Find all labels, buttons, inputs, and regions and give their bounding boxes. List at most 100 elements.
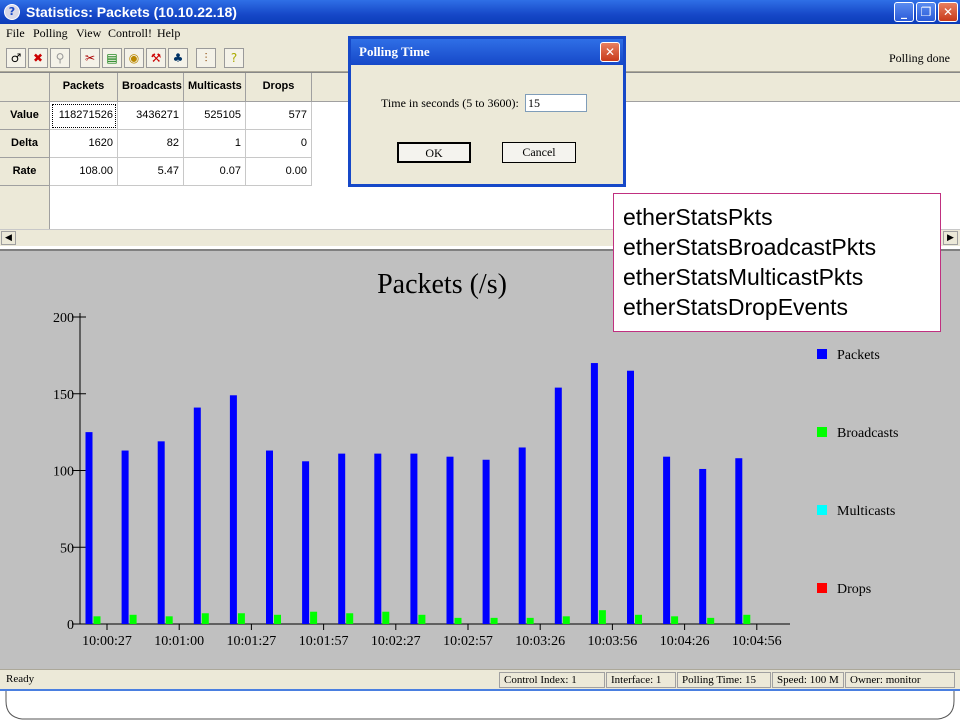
bar-broadcasts <box>382 611 390 624</box>
scroll-right-icon[interactable]: ▶ <box>943 231 958 245</box>
row-header-empty <box>0 186 50 230</box>
bar-packets <box>157 441 165 624</box>
col-header-broadcasts[interactable]: Broadcasts <box>118 73 184 102</box>
bar-broadcasts <box>490 617 498 624</box>
bar-broadcasts <box>165 616 173 624</box>
status-speed: Speed: 100 M <box>772 672 844 688</box>
legend-swatch-multicasts <box>817 505 827 515</box>
grid-cell[interactable]: 82 <box>118 130 184 158</box>
bar-broadcasts <box>598 610 606 624</box>
x-tick-label: 10:01:00 <box>154 634 204 649</box>
bar-packets <box>193 407 201 624</box>
x-tick-label: 10:00:27 <box>82 634 132 649</box>
stats-icon[interactable]: ◉ <box>124 48 144 68</box>
filter-icon[interactable]: ⫶ <box>196 48 216 68</box>
bar-broadcasts <box>671 616 679 624</box>
polling-time-label: Time in seconds (5 to 3600): <box>381 96 519 110</box>
y-tick-label: 0 <box>67 618 74 633</box>
help-icon[interactable]: ? <box>224 48 244 68</box>
chart-icon[interactable]: ♣ <box>168 48 188 68</box>
status-owner: Owner: monitor <box>845 672 955 688</box>
x-tick-label: 10:04:26 <box>660 634 710 649</box>
bar-packets <box>735 458 743 624</box>
grid-cell[interactable]: 5.47 <box>118 158 184 186</box>
grid-cell[interactable]: 118271526 <box>50 102 118 130</box>
chart-title: Packets (/s) <box>377 269 507 300</box>
col-header-multicasts[interactable]: Multicasts <box>184 73 246 102</box>
tools-icon[interactable]: ⚒ <box>146 48 166 68</box>
bar-broadcasts <box>635 614 642 624</box>
row-header-delta: Delta <box>0 130 50 158</box>
y-tick-label: 50 <box>60 541 74 556</box>
y-tick-label: 200 <box>53 311 74 326</box>
bar-packets <box>266 450 273 624</box>
col-header-packets[interactable]: Packets <box>50 73 118 102</box>
app-icon[interactable]: ? <box>4 4 20 20</box>
title-bar: ? Statistics: Packets (10.10.22.18) _ ❐ … <box>0 0 960 24</box>
probe-icon[interactable]: ♂ <box>6 48 26 68</box>
grid-cell[interactable]: 0 <box>246 130 312 158</box>
grid-corner <box>0 73 50 102</box>
legend-swatch-drops <box>817 583 827 593</box>
bar-packets <box>85 432 93 624</box>
bar-broadcasts <box>346 613 354 624</box>
y-tick-label: 150 <box>53 388 74 403</box>
window-title: Statistics: Packets (10.10.22.18) <box>26 4 237 20</box>
legend-label-drops: Drops <box>837 582 871 597</box>
dialog-title: Polling Time <box>359 44 430 59</box>
legend-label-multicasts: Multicasts <box>837 504 895 519</box>
bar-packets <box>229 395 237 624</box>
delete-icon[interactable]: ✂ <box>80 48 100 68</box>
bar-broadcasts <box>310 611 318 624</box>
minimize-button[interactable]: _ <box>894 2 914 22</box>
bar-broadcasts <box>707 617 715 624</box>
grid-cell[interactable]: 0.00 <box>246 158 312 186</box>
cancel-icon[interactable]: ✖ <box>28 48 48 68</box>
polling-status: Polling done <box>888 51 950 65</box>
bar-packets <box>518 447 526 624</box>
grid-cell[interactable]: 577 <box>246 102 312 130</box>
menu-view[interactable]: View <box>76 26 101 41</box>
menu-polling[interactable]: Polling <box>33 26 68 41</box>
bar-broadcasts <box>274 614 281 624</box>
legend-label-packets: Packets <box>837 348 880 363</box>
menu-file[interactable]: File <box>6 26 25 41</box>
menu-control[interactable]: Controll! <box>108 26 152 41</box>
cancel-button[interactable]: Cancel <box>502 142 576 163</box>
ok-button[interactable]: OK <box>397 142 471 163</box>
scroll-left-icon[interactable]: ◀ <box>1 231 16 245</box>
search-icon[interactable]: ⚲ <box>50 48 70 68</box>
document-icon[interactable]: ▤ <box>102 48 122 68</box>
bar-broadcasts <box>129 614 137 624</box>
bar-packets <box>699 468 707 624</box>
close-button[interactable]: ✕ <box>938 2 958 22</box>
menu-help[interactable]: Help <box>157 26 180 41</box>
maximize-button[interactable]: ❐ <box>916 2 936 22</box>
bar-broadcasts <box>237 613 245 624</box>
status-interface: Interface: 1 <box>606 672 676 688</box>
annotation-line: etherStatsBroadcastPkts <box>623 234 877 260</box>
grid-cell[interactable]: 1620 <box>50 130 118 158</box>
dialog-close-icon[interactable]: ✕ <box>600 42 620 62</box>
grid-cell[interactable]: 1 <box>184 130 246 158</box>
grid-cell[interactable]: 3436271 <box>118 102 184 130</box>
col-header-drops[interactable]: Drops <box>246 73 312 102</box>
bar-packets <box>590 363 598 624</box>
bar-packets <box>482 459 490 624</box>
x-tick-label: 10:01:27 <box>227 634 277 649</box>
row-header-rate: Rate <box>0 158 50 186</box>
annotation-line: etherStatsDropEvents <box>623 294 849 320</box>
bar-packets <box>554 387 562 624</box>
grid-cell[interactable]: 0.07 <box>184 158 246 186</box>
status-message: Ready <box>6 673 35 685</box>
bar-packets <box>410 453 418 624</box>
polling-time-input[interactable] <box>525 94 587 112</box>
grid-cell[interactable]: 525105 <box>184 102 246 130</box>
bar-broadcasts <box>418 614 426 624</box>
bar-broadcasts <box>454 617 462 624</box>
mib-annotation: etherStatsPkts etherStatsBroadcastPkts e… <box>613 193 941 332</box>
grid-cell[interactable]: 108.00 <box>50 158 118 186</box>
bar-packets <box>627 370 634 624</box>
x-tick-label: 10:03:56 <box>588 634 638 649</box>
status-polling-time: Polling Time: 15 <box>677 672 771 688</box>
